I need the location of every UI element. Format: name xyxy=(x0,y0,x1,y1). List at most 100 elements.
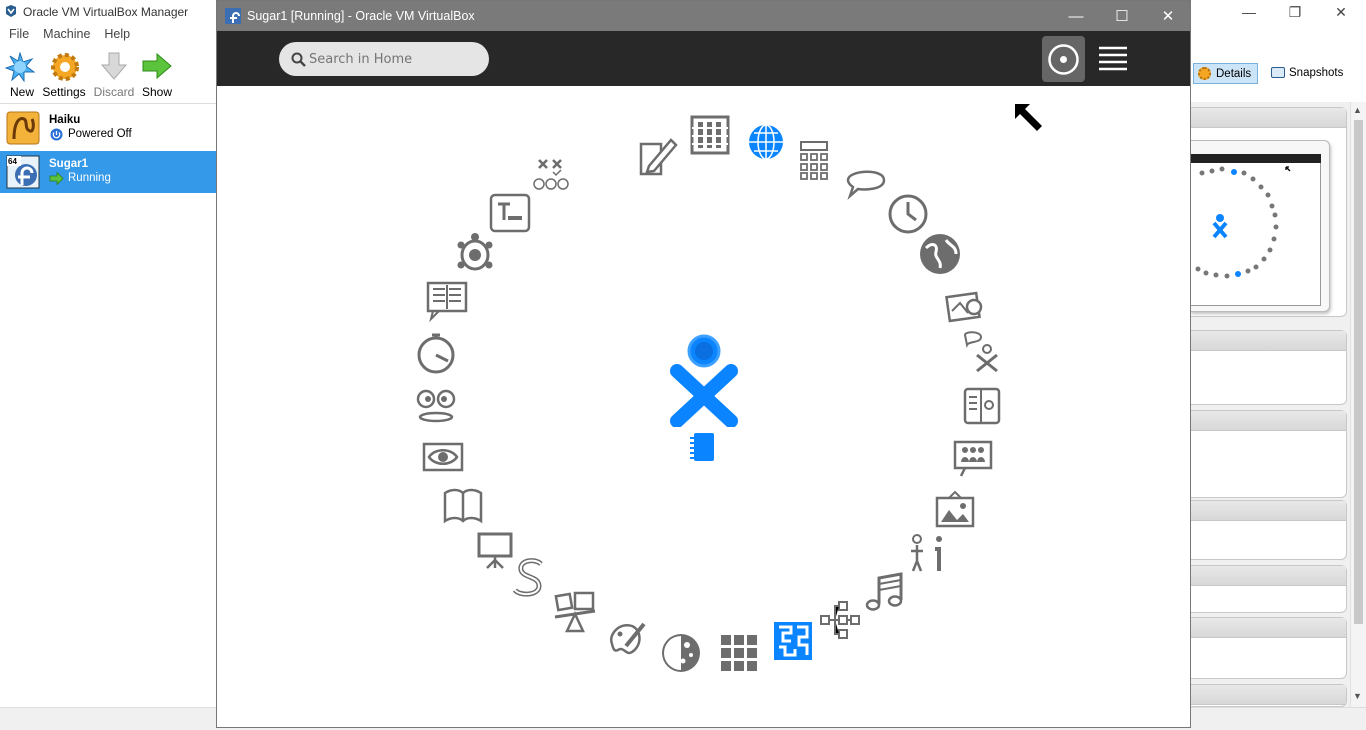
vm-window-title: Sugar1 [Running] - Oracle VM VirtualBox xyxy=(247,9,475,23)
discard-button[interactable]: Discard xyxy=(92,46,136,102)
fedora-64-icon: 64 xyxy=(6,155,40,189)
settings-button[interactable]: Settings xyxy=(42,46,86,102)
vm-titlebar: Sugar1 [Running] - Oracle VM VirtualBox … xyxy=(217,1,1190,31)
search-field[interactable] xyxy=(279,42,489,76)
list-view-icon xyxy=(1099,46,1127,71)
abacus-icon[interactable] xyxy=(688,114,732,158)
grid-icon[interactable] xyxy=(717,631,761,675)
show-label: Show xyxy=(141,85,173,99)
image-viewer-icon[interactable] xyxy=(933,488,977,532)
vm-window-icon xyxy=(225,8,241,24)
new-star-icon xyxy=(5,52,35,82)
menu-machine[interactable]: Machine xyxy=(43,27,90,41)
menu-file[interactable]: File xyxy=(9,27,29,41)
tab-details[interactable]: Details xyxy=(1193,63,1258,84)
menu-help[interactable]: Help xyxy=(104,27,130,41)
presentation-icon[interactable] xyxy=(475,530,519,574)
show-button[interactable]: Show xyxy=(135,46,179,102)
vm-window: Sugar1 [Running] - Oracle VM VirtualBox … xyxy=(216,0,1191,728)
discard-arrow-icon xyxy=(100,52,128,80)
preview-ring-icon xyxy=(1195,166,1291,279)
vm-minimize-button[interactable]: — xyxy=(1053,1,1099,31)
home-view-icon xyxy=(1048,44,1079,75)
stopwatch-icon[interactable] xyxy=(414,331,458,375)
xo-buddy-icon[interactable] xyxy=(667,331,741,427)
manager-close-button[interactable]: ✕ xyxy=(1318,0,1364,24)
manager-minimize-button[interactable]: — xyxy=(1226,0,1272,24)
list-view-button[interactable] xyxy=(1097,45,1129,71)
new-button[interactable]: New xyxy=(0,46,44,102)
vm-state: Running xyxy=(68,172,111,184)
storage-section xyxy=(1190,500,1347,560)
speak-icon[interactable] xyxy=(959,329,1003,373)
read-icon[interactable] xyxy=(441,485,485,529)
browse-icon[interactable] xyxy=(744,120,788,164)
vm-preview-thumbnail xyxy=(1190,140,1330,312)
details-tabs: Details Snapshots xyxy=(1190,60,1366,90)
tab-snapshots-label: Snapshots xyxy=(1289,67,1344,79)
photo-icon[interactable] xyxy=(944,285,988,329)
maze-icon[interactable] xyxy=(771,619,815,663)
help-icon[interactable] xyxy=(905,531,949,575)
chat-icon[interactable] xyxy=(844,160,888,204)
show-arrow-icon xyxy=(142,53,172,79)
settings-gear-icon xyxy=(51,53,79,81)
calculate-icon[interactable] xyxy=(793,138,837,182)
preview-section xyxy=(1190,107,1347,317)
sugar-toolbar xyxy=(217,31,1190,86)
paint-icon[interactable] xyxy=(606,616,650,660)
home-view-button[interactable] xyxy=(1042,36,1085,82)
journal-book-icon[interactable] xyxy=(959,385,1003,429)
new-label: New xyxy=(9,85,34,99)
vm-state: Powered Off xyxy=(68,128,132,140)
vm-item-haiku[interactable]: Haiku Powered Off xyxy=(0,106,216,150)
snapshot-camera-icon xyxy=(1271,67,1285,78)
group-icon[interactable] xyxy=(951,436,995,480)
tab-snapshots[interactable]: Snapshots xyxy=(1268,63,1364,84)
settings-label: Settings xyxy=(42,85,86,99)
vm-name: Haiku xyxy=(49,114,81,126)
vm-list: Haiku Powered Off 64 Sugar1 Running xyxy=(0,103,216,707)
vm-arch-badge: 64 xyxy=(8,157,17,166)
haiku-os-icon xyxy=(6,111,40,145)
tab-details-label: Details xyxy=(1216,68,1252,80)
running-arrow-icon xyxy=(49,172,64,185)
system-section xyxy=(1190,330,1347,405)
virtualbox-logo-icon xyxy=(6,5,16,17)
physics-icon[interactable] xyxy=(553,591,597,635)
write-icon[interactable] xyxy=(635,134,679,178)
music-icon[interactable] xyxy=(863,570,907,614)
terminal-icon[interactable] xyxy=(488,192,532,236)
audio-section xyxy=(1190,565,1347,613)
scroll-up-icon[interactable]: ▲ xyxy=(1353,105,1362,115)
vm-close-button[interactable]: ✕ xyxy=(1145,1,1191,31)
power-off-icon xyxy=(50,128,63,141)
details-gear-icon xyxy=(1198,67,1211,80)
home-activity-ring xyxy=(217,86,1190,729)
search-icon xyxy=(291,52,306,67)
details-panel xyxy=(1190,102,1350,707)
manager-menubar: File Machine Help xyxy=(0,24,216,44)
face-icon[interactable] xyxy=(414,383,458,427)
discard-label: Discard xyxy=(93,85,135,99)
vm-maximize-button[interactable]: ☐ xyxy=(1099,1,1145,31)
turtle-icon[interactable] xyxy=(453,231,497,275)
moon-icon[interactable] xyxy=(659,631,703,675)
eye-icon[interactable] xyxy=(421,436,465,480)
reader-icon[interactable] xyxy=(425,279,469,323)
mind-map-icon[interactable] xyxy=(819,598,863,642)
clock-icon[interactable] xyxy=(886,192,930,236)
manager-toolbar: New Settings Discard Show xyxy=(0,46,216,102)
usb-section xyxy=(1190,684,1347,707)
search-input[interactable] xyxy=(309,50,479,68)
scroll-down-icon[interactable]: ▼ xyxy=(1353,691,1362,701)
details-scrollbar[interactable]: ▲ ▼ xyxy=(1350,102,1366,707)
journal-icon[interactable] xyxy=(687,430,719,464)
display-section xyxy=(1190,410,1347,498)
implode-icon[interactable] xyxy=(531,154,575,198)
network-section xyxy=(1190,617,1347,679)
vm-item-sugar1[interactable]: 64 Sugar1 Running xyxy=(0,151,216,193)
manager-restore-button[interactable]: ❐ xyxy=(1272,0,1318,24)
scroll-thumb[interactable] xyxy=(1354,120,1363,624)
world-map-icon[interactable] xyxy=(918,232,962,276)
